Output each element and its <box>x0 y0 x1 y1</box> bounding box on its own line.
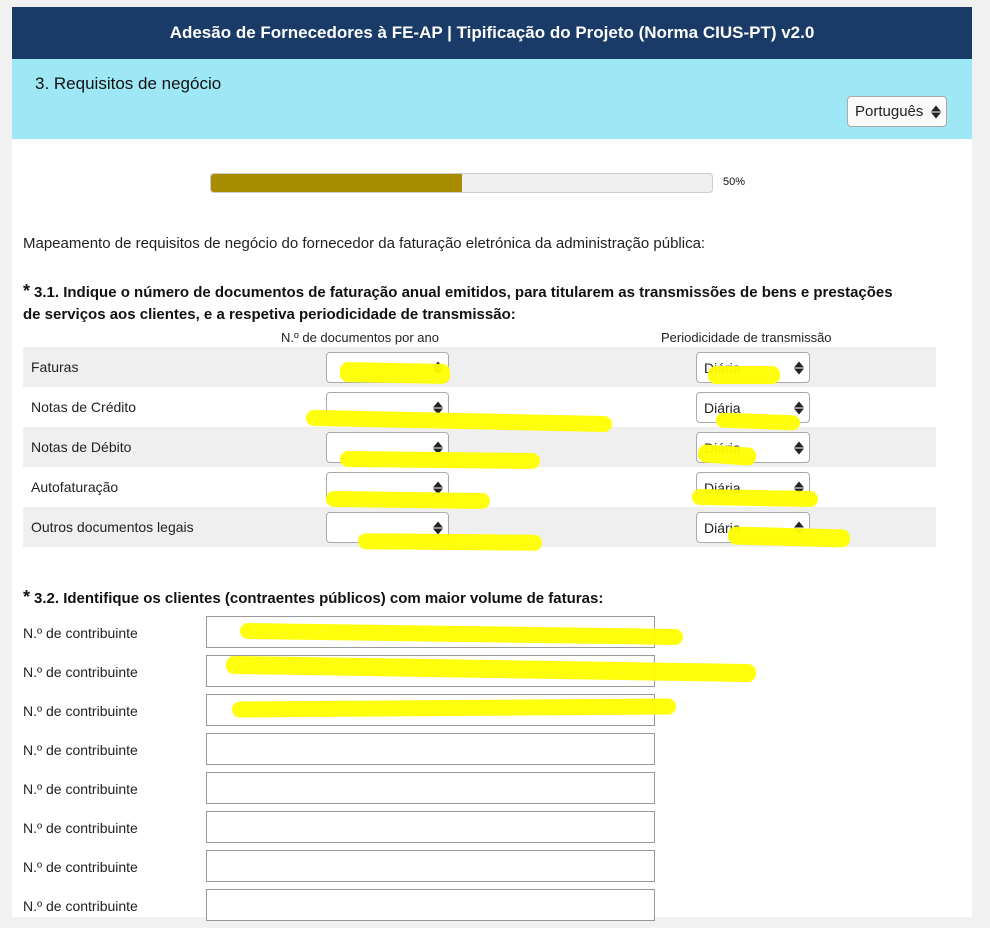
client-nif-label: N.º de contribuinte <box>23 664 138 680</box>
intro-text: Mapeamento de requisitos de negócio do f… <box>23 235 706 252</box>
highlight-mark <box>715 412 801 431</box>
matrix-row-label: Autofaturação <box>31 479 119 495</box>
matrix-row-label: Notas de Crédito <box>31 399 137 415</box>
question-3-1-text: 3.1. Indique o número de documentos de f… <box>23 284 893 323</box>
client-nif-input[interactable] <box>206 889 655 921</box>
client-nif-label: N.º de contribuinte <box>23 781 138 797</box>
matrix-row-label: Outros documentos legais <box>31 519 194 535</box>
highlight-mark <box>325 490 491 510</box>
question-3-2-text: 3.2. Identifique os clientes (contraente… <box>34 590 604 607</box>
language-select[interactable]: Português <box>847 96 947 127</box>
progress-bar <box>210 173 713 193</box>
client-nif-label: N.º de contribuinte <box>23 703 138 719</box>
client-nif-input[interactable] <box>206 850 655 882</box>
question-3-2-title: * 3.2. Identifique os clientes (contraent… <box>23 586 903 610</box>
client-nif-row: N.º de contribuinte <box>23 889 663 928</box>
client-nif-input[interactable] <box>206 733 655 765</box>
client-nif-input[interactable] <box>206 811 655 843</box>
client-nif-row: N.º de contribuinte <box>23 733 663 772</box>
column-header-docs: N.º de documentos por ano <box>281 330 439 345</box>
matrix-header: N.º de documentos por ano Periodicidade … <box>23 330 936 347</box>
client-nif-label: N.º de contribuinte <box>23 625 138 641</box>
highlight-mark <box>691 488 819 508</box>
up-down-arrows-icon <box>794 401 804 414</box>
up-down-arrows-icon <box>794 361 804 374</box>
client-nif-row: N.º de contribuinte <box>23 811 663 850</box>
highlight-mark <box>727 526 851 548</box>
highlight-mark <box>708 366 780 384</box>
required-marker: * <box>23 587 31 607</box>
highlight-mark <box>357 533 543 551</box>
highlight-mark <box>231 698 677 718</box>
progress-bar-fill <box>211 174 462 192</box>
page-header: Adesão de Fornecedores à FE-AP | Tipific… <box>12 7 972 59</box>
up-down-arrows-icon <box>433 521 443 534</box>
section-header: 3. Requisitos de negócio Português <box>12 59 972 139</box>
matrix-row-label: Notas de Débito <box>31 439 132 455</box>
client-nif-label: N.º de contribuinte <box>23 898 138 914</box>
client-nif-label: N.º de contribuinte <box>23 859 138 875</box>
required-marker: * <box>23 281 31 301</box>
language-select-value: Português <box>855 103 924 120</box>
section-title: 3. Requisitos de negócio <box>35 74 222 93</box>
up-down-arrows-icon <box>931 105 941 118</box>
client-nif-label: N.º de contribuinte <box>23 742 138 758</box>
question-3-1-title: * 3.1. Indique o número de documentos de … <box>23 280 903 326</box>
documents-matrix: N.º de documentos por ano Periodicidade … <box>23 330 936 547</box>
progress-percent: 50% <box>723 176 746 188</box>
client-nif-row: N.º de contribuinte <box>23 850 663 889</box>
highlight-mark <box>339 362 451 384</box>
up-down-arrows-icon <box>794 441 804 454</box>
client-nif-input[interactable] <box>206 772 655 804</box>
matrix-row: FaturasDiária <box>23 347 936 387</box>
client-nif-label: N.º de contribuinte <box>23 820 138 836</box>
matrix-row-label: Faturas <box>31 359 79 375</box>
page-title: Adesão de Fornecedores à FE-AP | Tipific… <box>169 23 815 42</box>
column-header-frequency: Periodicidade de transmissão <box>661 330 832 345</box>
highlight-mark <box>339 450 541 470</box>
client-nif-row: N.º de contribuinte <box>23 772 663 811</box>
